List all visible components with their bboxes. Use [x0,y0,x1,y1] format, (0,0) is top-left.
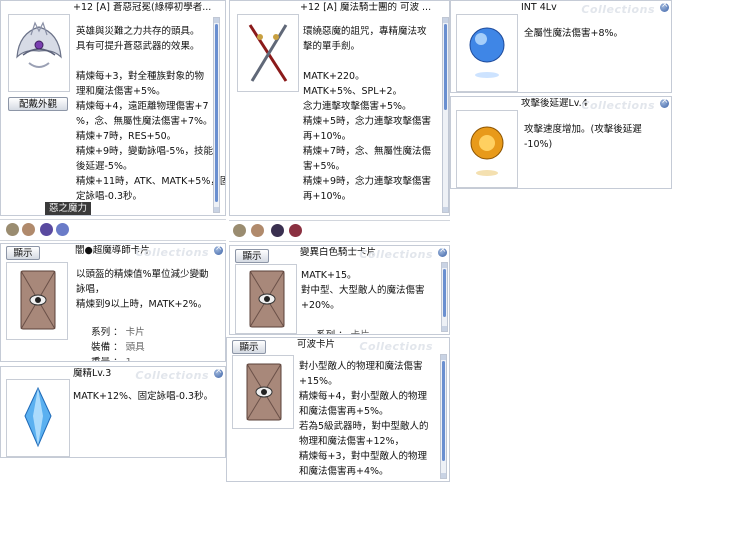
slot-gem-icon[interactable] [251,224,264,237]
slot-gem-icon[interactable] [271,224,284,237]
row-sep: ： [335,330,351,334]
card3-window: 可波卡片 Collections 顯示 對小型敵人的物理和魔法傷害 +15%。 … [226,337,450,482]
row-value: 1 [126,357,132,361]
card3-scrollbar[interactable] [440,354,447,479]
watermark-text: Collections [581,3,655,16]
row-key: 系列 [316,330,335,334]
row-key: 重量 [91,357,110,361]
int-description: 全屬性魔法傷害+8%。 [524,28,624,39]
watermark-text: Collections [359,340,433,353]
watermark-text: Collections [135,246,209,259]
helm-description: 英雄與災難之力共存的頭具。 具有可提升蒼惡武器的效果。 精煉每+3，對全種族對象… [76,26,226,202]
card3-description: 對小型敵人的物理和魔法傷害 +15%。 精煉每+4，對小型敵人的物理 和魔法傷害… [299,361,429,477]
card-back-icon [249,270,285,328]
watermark-text: Collections [581,99,655,112]
close-icon[interactable] [214,244,223,255]
slot-gem-icon[interactable] [233,224,246,237]
int-image-box [456,14,518,92]
slot-gem-icon[interactable] [40,223,53,236]
helm-info-window: +12 [A] 蒼惡冠冕(綠檸初學者... 配戴外觀 英雄與災難之力共存的頭具。… [0,0,226,216]
card1-description: 以頭盔的精煉值%單位減少變動 詠唱， 精煉到9以上時，MATK+2%。 [76,269,209,310]
close-icon[interactable] [660,97,669,108]
blue-orb-icon [469,27,505,78]
card2-image-box [235,264,297,334]
int-titlebar[interactable]: INT 4Lv Collections [451,1,671,16]
weapon-description: 環繞惡魔的詛咒，專精魔法攻 擊的單手劍。 MATK+220。 MATK+5%、S… [303,26,432,202]
appearance-button[interactable]: 配戴外觀 [8,97,68,111]
card1-image-box [6,262,68,340]
card2-window: 變異白色騎士卡片 Collections 顯示 MATK+15。 對中型、大型敵… [229,245,450,335]
aspd-description: 攻擊速度增加。(攻擊後延遲 -10%) [524,124,642,150]
helm-titlebar[interactable]: +12 [A] 蒼惡冠冕(綠檸初學者... [1,1,225,15]
display-button[interactable]: 顯示 [6,246,40,260]
scroll-up-arrow[interactable] [442,263,447,268]
crystal-icon [24,386,52,448]
card2-scrollbar[interactable] [441,262,448,332]
slot-gem-icon[interactable] [22,223,35,236]
slot-gem-icon[interactable] [6,223,19,236]
scroll-down-arrow[interactable] [443,207,448,212]
card-back-icon [246,363,282,421]
tiara-helm-icon [16,21,62,68]
crystal-image-box [6,379,70,457]
scroll-down-arrow[interactable] [214,207,219,212]
tab-evil-magic[interactable]: 惡之魔力 [45,202,92,215]
gold-orb-icon [470,126,504,176]
dual-sword-icon [248,24,288,82]
helm-card-slots [0,219,226,241]
close-icon[interactable] [438,246,447,257]
aspd-titlebar[interactable]: 攻擊後延遲Lv.4 Collections [451,97,671,112]
weapon-image-box [237,14,299,92]
weapon-card-slots [229,220,450,242]
scroll-down-arrow[interactable] [441,473,446,478]
row-sep: ： [110,357,126,361]
card2-description: MATK+15。 對中型、大型敵人的魔法傷害 +20%。 [301,270,425,311]
weapon-title: +12 [A] 魔法騎士團的 可波 ... [300,2,432,13]
scroll-up-arrow[interactable] [441,355,446,360]
helm-image-box [8,14,70,92]
helm-title: +12 [A] 蒼惡冠冕(綠檸初學者... [73,2,212,13]
int-enchant-window: INT 4Lv Collections 全屬性魔法傷害+8%。 [450,0,672,93]
scroll-thumb[interactable] [443,269,446,317]
scroll-up-arrow[interactable] [214,18,219,23]
card1-window: 闇●超魔導師卡片 Collections 顯示 以頭盔的精煉值%單位減少變動 詠… [0,243,226,362]
scroll-thumb[interactable] [215,24,218,202]
card2-row-series: 系列 ： 卡片 [304,313,370,334]
slot-gem-icon[interactable] [56,223,69,236]
card3-image-box [232,355,294,429]
display-button[interactable]: 顯示 [232,340,266,354]
display-button[interactable]: 顯示 [235,249,269,263]
crystal-description: MATK+12%、固定詠唱-0.3秒。 [73,391,214,402]
scroll-thumb[interactable] [442,361,445,461]
slot-gem-icon[interactable] [289,224,302,237]
weapon-info-window: +12 [A] 魔法騎士團的 可波 ... 環繞惡魔的詛咒，專精魔法攻 擊的單手… [229,0,450,216]
close-icon[interactable] [214,367,223,378]
card-back-icon [20,270,56,330]
watermark-text: Collections [135,369,209,382]
weapon-scrollbar[interactable] [442,17,449,213]
scroll-down-arrow[interactable] [442,326,447,331]
scroll-thumb[interactable] [444,24,447,110]
aspd-image-box [456,110,518,188]
crystal-window: 魔精Lv.3 Collections MATK+12%、固定詠唱-0.3秒。 [0,366,226,458]
aspd-enchant-window: 攻擊後延遲Lv.4 Collections 攻擊速度增加。(攻擊後延遲 -10%… [450,96,672,189]
close-icon[interactable] [660,1,669,12]
weapon-titlebar[interactable]: +12 [A] 魔法騎士團的 可波 ... [230,1,449,15]
helm-scrollbar[interactable] [213,17,220,213]
scroll-up-arrow[interactable] [443,18,448,23]
watermark-text: Collections [359,248,433,261]
row-value: 卡片 [351,330,370,334]
card1-row-weight: 重量 ： 1 [79,340,132,361]
